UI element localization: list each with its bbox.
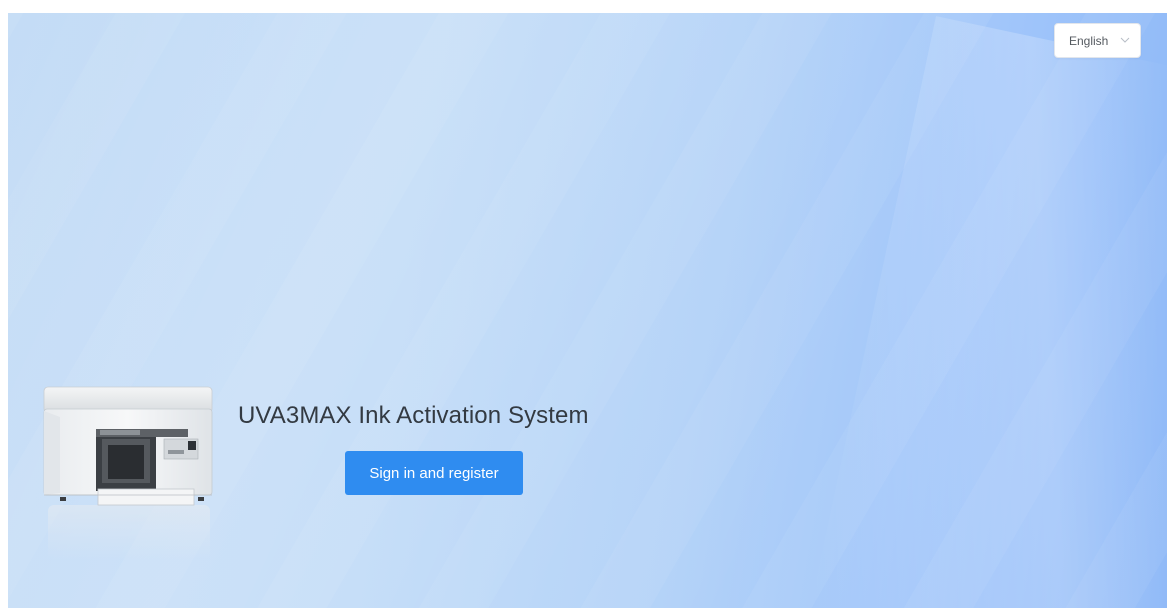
printer-image <box>43 386 213 560</box>
chevron-down-icon <box>1120 37 1130 43</box>
language-select-value: English <box>1069 33 1109 48</box>
login-page: English UVA3MAX Ink Activation System Si… <box>0 0 1167 608</box>
language-select[interactable]: English <box>1054 23 1141 58</box>
page-title: UVA3MAX Ink Activation System <box>238 402 589 429</box>
sign-in-register-button[interactable]: Sign in and register <box>345 451 523 495</box>
